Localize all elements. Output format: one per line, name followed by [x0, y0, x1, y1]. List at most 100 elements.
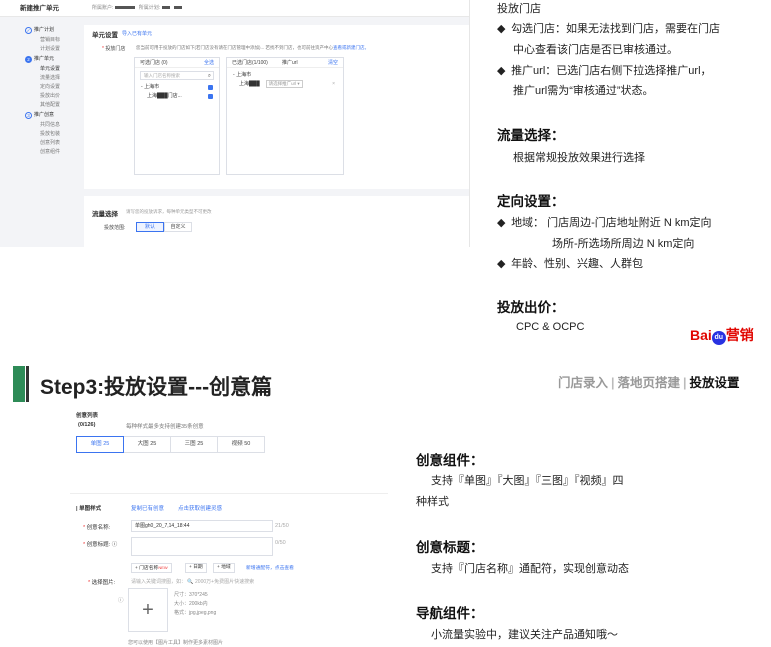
note-line: 小流量实验中，建议关注产品通知哦～: [431, 629, 618, 641]
tab-three-images[interactable]: 三图 25: [170, 436, 218, 453]
new-badge: NEW: [158, 565, 168, 570]
sidebar-sub-item[interactable]: 流量选择: [22, 74, 77, 83]
crumb-delivery-settings: 投放设置: [689, 376, 740, 390]
account-info: 所属账户: 所属计划:: [92, 0, 184, 17]
add-wildcard-link[interactable]: 新增通配符，点击查看: [246, 564, 294, 571]
sidebar-sub-item[interactable]: 投放出价: [22, 92, 77, 101]
note-heading: 投放出价：: [497, 300, 565, 315]
sidebar-sub-item[interactable]: 投放包装: [22, 130, 77, 139]
note-heading: 创意标题：: [416, 540, 484, 555]
sidebar-sub-item[interactable]: 营销目标: [22, 36, 77, 45]
flow-selection-card: 流量选择 请写您的投放诉求，每种单元类型不可更改 投放范围: 默认 自定义: [84, 196, 469, 247]
style-label: | 单图样式: [76, 506, 102, 512]
checkbox-checked[interactable]: [208, 85, 213, 90]
breadcrumb: 门店录入 | 落地页搭建 | 投放设置: [558, 376, 740, 390]
panel-title: 已选门店(1/100): [232, 60, 268, 66]
store-label: * 投放门店: [102, 46, 126, 52]
flow-label: 投放范围:: [104, 225, 126, 231]
image-upload-box[interactable]: +: [128, 588, 168, 632]
step-title: Step3:投放设置---创意篇: [40, 376, 273, 399]
step-plan[interactable]: ✓ 推广计划: [22, 25, 77, 36]
tree-node-store[interactable]: 上海███门店...: [135, 92, 219, 101]
sidebar-sub-item[interactable]: 单元设置: [22, 65, 77, 74]
tree-node-city[interactable]: - 上海市: [227, 71, 343, 80]
select-all-link[interactable]: 全选: [204, 58, 214, 68]
note-heading: 导航组件：: [416, 606, 484, 621]
image-search-input[interactable]: 请输入关键词搜图，如： 🔍 2000万+免费图片快速搜索: [131, 578, 254, 585]
note-line: 中心查看该门店是否已审核通过。: [513, 44, 678, 56]
help-icon: ⓘ: [118, 598, 124, 604]
headline-label: * 创意标题: ⓘ: [83, 542, 118, 548]
creative-name-input[interactable]: 单图gh0_20_7,14_18:44: [131, 520, 273, 532]
step-sidebar: ✓ 推广计划 营销目标 计划设置 2 推广单元 单元设置 流量选择 定向设置 投放出…: [22, 25, 77, 247]
plus-icon: +: [142, 599, 154, 621]
note-bullet: ◆ 地域： 门店周边-门店地址附近 N km定向: [497, 217, 712, 229]
step-bar-green: [13, 366, 25, 402]
sidebar-sub-item[interactable]: 创意组件: [22, 148, 77, 157]
note-line: 支持『单图』『大图』『三图』『视频』四: [431, 475, 624, 487]
get-inspiration-link[interactable]: 点击获取创建灵感: [178, 504, 222, 512]
name-label: * 创意名称:: [83, 525, 111, 531]
card-title: 单元设置: [92, 32, 118, 39]
note-line: 根据常规投放效果进行选择: [513, 152, 645, 164]
sidebar-sub-item[interactable]: 计划设置: [22, 45, 77, 54]
tab-video[interactable]: 视频 50: [217, 436, 265, 453]
import-unit-link[interactable]: 导入已有单元: [122, 30, 152, 37]
upload-size: 尺寸：370*245: [174, 592, 208, 598]
step-bar-dark: [26, 366, 29, 402]
note-heading: 流量选择：: [497, 128, 565, 143]
copy-creative-link[interactable]: 复制已有创意: [131, 504, 164, 512]
sidebar-sub-item[interactable]: 创意列表: [22, 139, 77, 148]
tab-single-image[interactable]: 单图 25: [76, 436, 124, 453]
clear-link[interactable]: 清空: [328, 58, 338, 68]
headline-counter: 0/50: [275, 540, 286, 546]
image-tool-hint: 您可以使用【图片工具】制作更多素材图片: [128, 640, 224, 646]
store-search-input[interactable]: 输入门店名称搜索 ⌕: [140, 71, 214, 80]
insert-date-button[interactable]: + 日期: [185, 563, 207, 573]
sidebar-sub-item[interactable]: 其他配置: [22, 101, 77, 110]
paw-icon: du: [711, 331, 726, 345]
note-line: 种样式: [416, 496, 449, 508]
remove-icon[interactable]: ×: [332, 80, 335, 89]
note-line: CPC & OCPC: [516, 321, 585, 333]
flow-title: 流量选择: [92, 211, 118, 218]
sidebar-sub-item[interactable]: 定向设置: [22, 83, 77, 92]
option-custom[interactable]: 自定义: [164, 222, 192, 232]
create-store-link[interactable]: 查看或新建门店。: [333, 45, 369, 50]
step-unit[interactable]: 2 推广单元: [22, 54, 77, 65]
creative-count: (0/126): [78, 422, 96, 428]
selected-store-row: 上海███ 请选择推广url ▾ ×: [239, 80, 335, 89]
tab-large-image[interactable]: 大图 25: [123, 436, 171, 453]
checkbox-checked[interactable]: [208, 94, 213, 99]
selected-stores-panel: 已选门店(1/100) 推广url 清空 - 上海市 上海███ 请选择推广url ▾…: [226, 57, 344, 175]
upload-kb: 大小：200kb内: [174, 601, 208, 607]
option-default[interactable]: 默认: [136, 222, 164, 232]
creative-headline-input[interactable]: [131, 537, 273, 556]
name-counter: 21/50: [275, 523, 289, 529]
creative-list-title: 创意列表: [76, 413, 99, 419]
note-bullet: ◆ 年龄、性别、兴趣、人群包: [497, 258, 644, 270]
step-creative[interactable]: 3 推广创意: [22, 110, 77, 121]
note-bullet: ◆ 勾选门店：如果无法找到门店，需要在门店: [497, 23, 721, 35]
note-line: 推广url需为“审核通过”状态。: [513, 85, 654, 97]
creative-style-tabs: 单图 25 大图 25 三图 25 视频 50: [76, 436, 265, 453]
divider: [70, 493, 388, 494]
upload-format: 格式：jpg,jpeg,png: [174, 610, 217, 616]
creative-note: 每种样式最多支持创建35条创意: [126, 424, 204, 430]
insert-region-button[interactable]: + 地域: [213, 563, 235, 573]
search-icon: ⌕: [207, 73, 211, 79]
flow-range-toggle: 默认 自定义: [136, 222, 192, 232]
flow-subtitle: 请写您的投放诉求，每种单元类型不可更改: [126, 209, 212, 214]
panel-title: 可选门店 (0): [140, 60, 168, 66]
url-select[interactable]: 请选择推广url ▾: [265, 80, 303, 88]
sidebar-sub-item[interactable]: 共同信息: [22, 121, 77, 130]
tree-node-city[interactable]: - 上海市: [135, 83, 219, 92]
crumb-store-entry: 门店录入: [558, 376, 609, 390]
insert-store-name-button[interactable]: + 门店名称NEW: [131, 563, 172, 573]
baidu-marketing-logo: Bai du 营销: [690, 327, 754, 345]
store-hint: 您当前可用于投放的门店如下(若门店没有请在门店管理中添加)... 若找不到门店，…: [136, 45, 369, 50]
note-line: 支持『门店名称』通配符，实现创意动态: [431, 563, 629, 575]
unit-settings-screenshot: 新建推广单元 所属账户: 所属计划: ✓ 推广计划 营销目标 计划设置 2 推广单元…: [0, 0, 470, 247]
note-heading: 定向设置：: [497, 194, 565, 209]
note-heading: 创意组件：: [416, 453, 484, 468]
